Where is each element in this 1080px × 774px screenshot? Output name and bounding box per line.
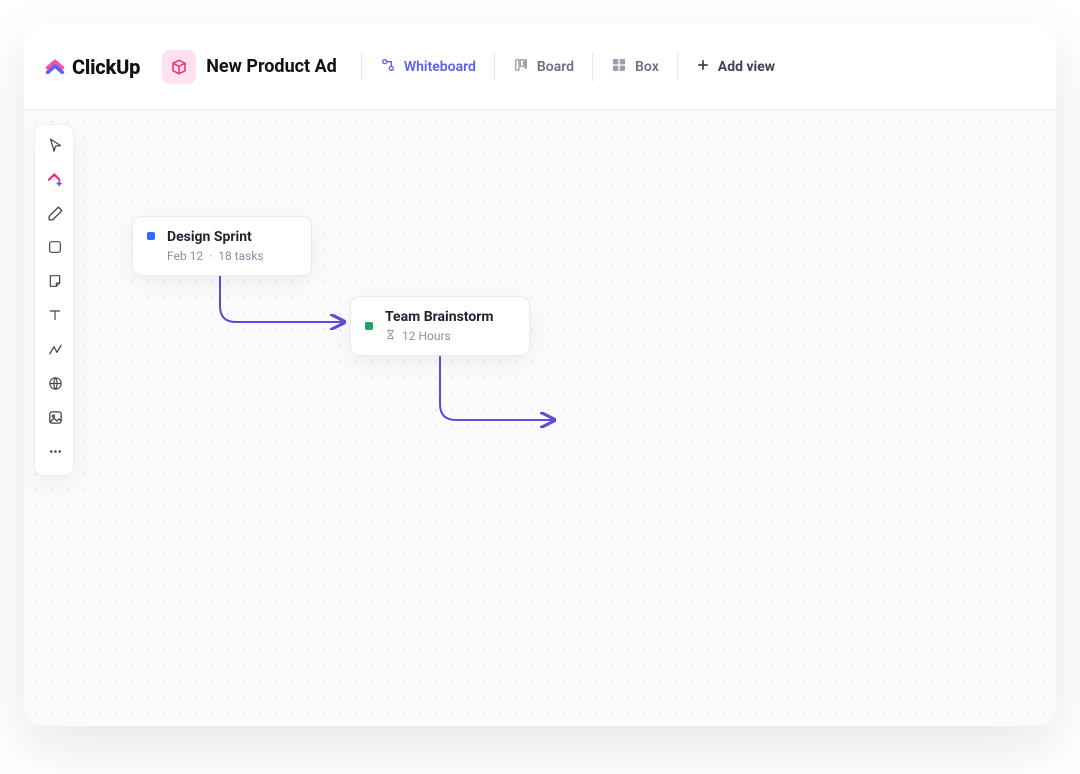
card-date: Feb 12 — [167, 249, 203, 263]
more-horizontal-icon — [47, 443, 64, 464]
card-title: Team Brainstorm — [385, 309, 494, 325]
sticky-note-icon — [47, 273, 63, 293]
add-view-button[interactable]: Add view — [686, 50, 785, 84]
breadcrumb[interactable]: New Product Ad — [162, 50, 349, 84]
tab-label: Box — [635, 59, 659, 75]
plus-icon — [696, 58, 710, 76]
status-marker — [147, 232, 155, 240]
view-tabs: Whiteboard Board — [370, 49, 785, 85]
breadcrumb-title: New Product Ad — [206, 56, 337, 77]
tab-board[interactable]: Board — [503, 49, 584, 85]
hourglass-icon — [385, 329, 396, 343]
tab-box[interactable]: Box — [601, 49, 669, 85]
sticky-note-tool[interactable] — [35, 267, 75, 299]
tab-label: Board — [537, 59, 574, 75]
app-name: ClickUp — [72, 55, 140, 79]
clickup-logo-icon — [44, 54, 66, 80]
divider — [592, 53, 593, 81]
card-meta: 12 Hours — [385, 329, 494, 343]
square-icon — [47, 239, 63, 259]
pen-icon — [47, 205, 64, 226]
web-tool[interactable] — [35, 369, 75, 401]
add-view-label: Add view — [718, 59, 775, 75]
shape-tool[interactable] — [35, 233, 75, 265]
more-tool[interactable] — [35, 437, 75, 469]
box-grid-icon — [611, 57, 627, 77]
ai-tool[interactable] — [35, 165, 75, 197]
tab-label: Whiteboard — [404, 59, 476, 75]
globe-icon — [47, 375, 64, 396]
card-design-sprint[interactable]: Design Sprint Feb 12 · 18 tasks — [132, 216, 312, 276]
divider — [677, 53, 678, 81]
text-icon — [47, 307, 63, 327]
connector-icon — [47, 341, 64, 362]
divider — [361, 53, 362, 81]
card-meta: Feb 12 · 18 tasks — [167, 249, 264, 263]
dot-separator: · — [209, 249, 212, 263]
divider — [494, 53, 495, 81]
image-icon — [47, 409, 64, 430]
card-duration: 12 Hours — [402, 329, 451, 343]
cursor-tool[interactable] — [35, 131, 75, 163]
image-tool[interactable] — [35, 403, 75, 435]
app-window: ClickUp New Product Ad — [24, 24, 1056, 726]
tab-whiteboard[interactable]: Whiteboard — [370, 49, 486, 85]
connection-arrows — [24, 110, 1056, 726]
status-marker — [365, 322, 373, 330]
connector-tool[interactable] — [35, 335, 75, 367]
card-task-count: 18 tasks — [218, 249, 263, 263]
card-team-brainstorm[interactable]: Team Brainstorm 12 Hours — [350, 296, 530, 356]
topbar: ClickUp New Product Ad — [24, 24, 1056, 110]
clickup-ai-icon — [46, 170, 64, 192]
card-title: Design Sprint — [167, 229, 264, 245]
cursor-icon — [47, 137, 64, 158]
app-logo[interactable]: ClickUp — [44, 54, 140, 80]
whiteboard-toolbox — [34, 124, 74, 476]
whiteboard-icon — [380, 57, 396, 77]
doc-cube-icon — [162, 50, 196, 84]
pen-tool[interactable] — [35, 199, 75, 231]
whiteboard-canvas[interactable]: Design Sprint Feb 12 · 18 tasks Team Bra… — [24, 110, 1056, 726]
text-tool[interactable] — [35, 301, 75, 333]
board-icon — [513, 57, 529, 77]
